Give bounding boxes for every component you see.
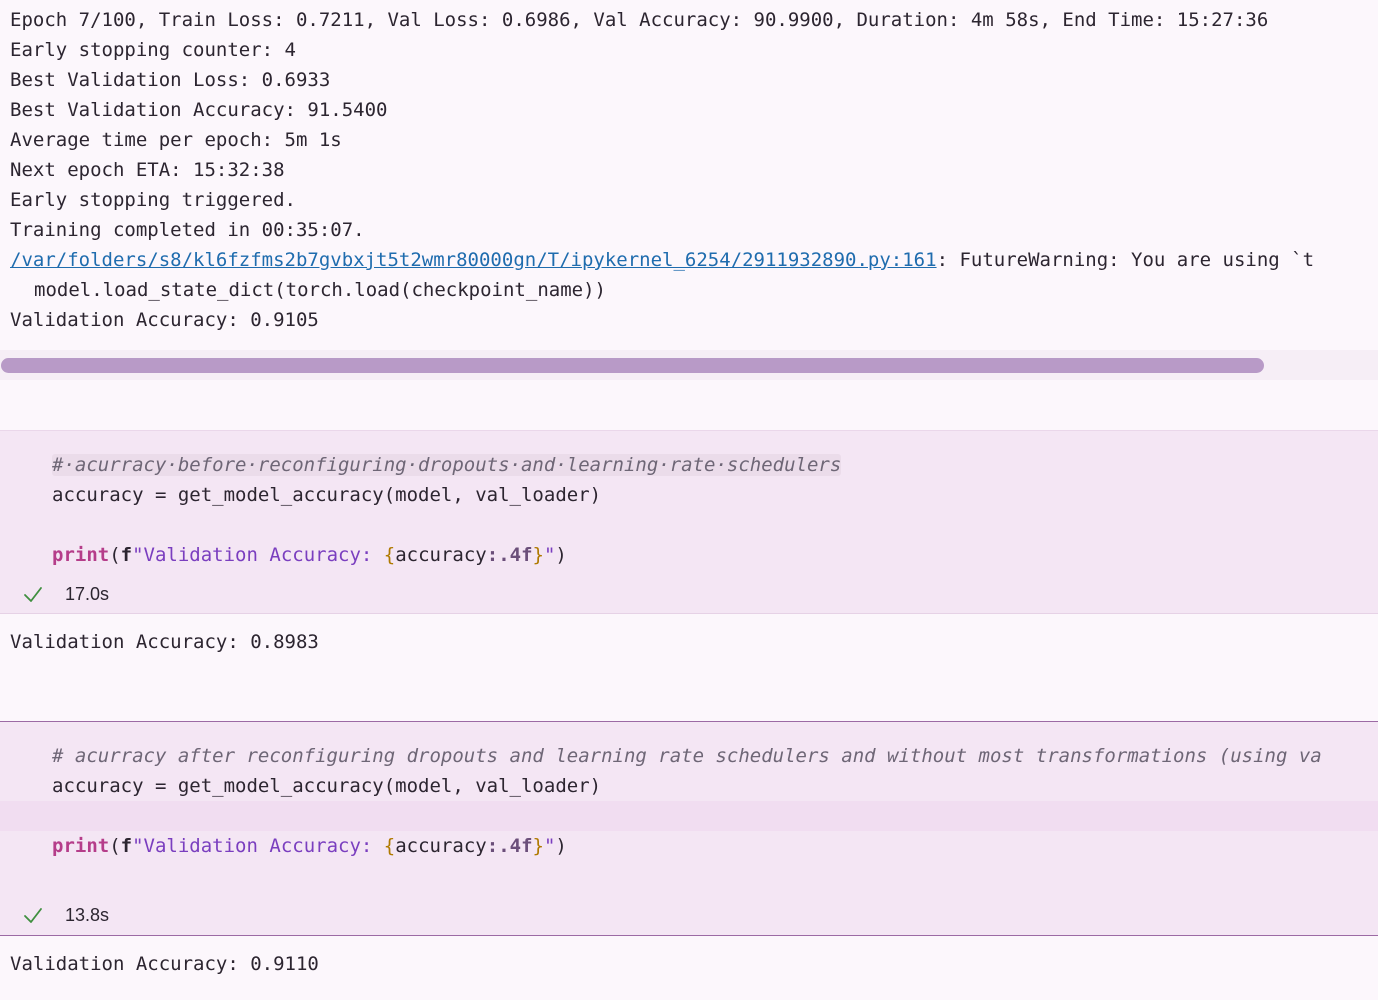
warning-file-link[interactable]: /var/folders/s8/kl6fzfms2b7gvbxjt5t2wmr8… (10, 249, 937, 271)
close-paren: ) (555, 835, 567, 857)
output-line: Average time per epoch: 5m 1s (10, 129, 342, 151)
output-line: Validation Accuracy: 0.9105 (10, 309, 319, 331)
brace-open: { (383, 835, 396, 857)
code-comment: # acurracy after reconfiguring dropouts … (52, 745, 1322, 767)
fstring-expression: accuracy (395, 835, 487, 857)
code-cell-after[interactable]: # acurracy after reconfiguring dropouts … (0, 721, 1378, 936)
string-literal: "Validation Accuracy: (132, 835, 384, 857)
output-line: Training completed in 00:35:07. (10, 219, 365, 241)
output-line: Best Validation Loss: 0.6933 (10, 69, 331, 91)
output-line: Early stopping counter: 4 (10, 39, 296, 61)
cell-status: 17.0s (22, 581, 109, 607)
cell-output-before: Validation Accuracy: 0.8983 (10, 631, 319, 653)
output-line: Epoch 7/100, Train Loss: 0.7211, Val Los… (10, 9, 1269, 31)
output-horizontal-scrollbar[interactable] (0, 350, 1378, 380)
fstring-prefix: f (120, 544, 133, 566)
open-paren: ( (109, 544, 121, 566)
output-line: Next epoch ETA: 15:32:38 (10, 159, 285, 181)
print-keyword: print (52, 835, 110, 857)
brace-open: { (383, 544, 396, 566)
cell-status: 13.8s (22, 902, 109, 928)
fstring-prefix: f (120, 835, 133, 857)
output-line: Early stopping triggered. (10, 189, 296, 211)
current-line-highlight (0, 801, 1378, 831)
warning-code-line: model.load_state_dict(torch.load(checkpo… (34, 279, 606, 301)
close-paren: ) (555, 544, 567, 566)
check-icon (24, 908, 42, 923)
code-comment: #·acurracy·before·reconfiguring·dropouts… (52, 454, 842, 476)
cell-output-training-log: Epoch 7/100, Train Loss: 0.7211, Val Los… (0, 5, 1378, 345)
fstring-expression: accuracy (395, 544, 487, 566)
scrollbar-thumb[interactable] (1, 358, 1264, 373)
string-close: " (543, 835, 556, 857)
brace-close: } (532, 835, 544, 857)
open-paren: ( (109, 835, 121, 857)
code-comment-line[interactable]: # acurracy after reconfiguring dropouts … (52, 741, 1322, 771)
print-keyword: print (52, 544, 110, 566)
string-literal: "Validation Accuracy: (132, 544, 384, 566)
output-line: Best Validation Accuracy: 91.5400 (10, 99, 388, 121)
warning-message: : FutureWarning: You are using `t (936, 249, 1315, 271)
string-close: " (543, 544, 556, 566)
brace-close: } (532, 544, 544, 566)
code-cell-before[interactable]: #·acurracy·before·reconfiguring·dropouts… (0, 430, 1378, 614)
warning-line: /var/folders/s8/kl6fzfms2b7gvbxjt5t2wmr8… (10, 245, 1314, 275)
code-line-accuracy[interactable]: accuracy = get_model_accuracy(model, val… (52, 771, 601, 801)
check-icon (24, 587, 42, 602)
cell-output-after: Validation Accuracy: 0.9110 (10, 953, 319, 975)
execution-duration: 17.0s (65, 584, 110, 604)
code-line-accuracy[interactable]: accuracy = get_model_accuracy(model, val… (52, 480, 601, 510)
code-line-print[interactable]: print(f"Validation Accuracy: {accuracy:.… (52, 831, 567, 861)
format-spec: :.4f (486, 544, 533, 566)
code-comment-line[interactable]: #·acurracy·before·reconfiguring·dropouts… (52, 450, 842, 480)
format-spec: :.4f (486, 835, 533, 857)
execution-duration: 13.8s (65, 905, 110, 925)
code-line-print[interactable]: print(f"Validation Accuracy: {accuracy:.… (52, 540, 567, 570)
